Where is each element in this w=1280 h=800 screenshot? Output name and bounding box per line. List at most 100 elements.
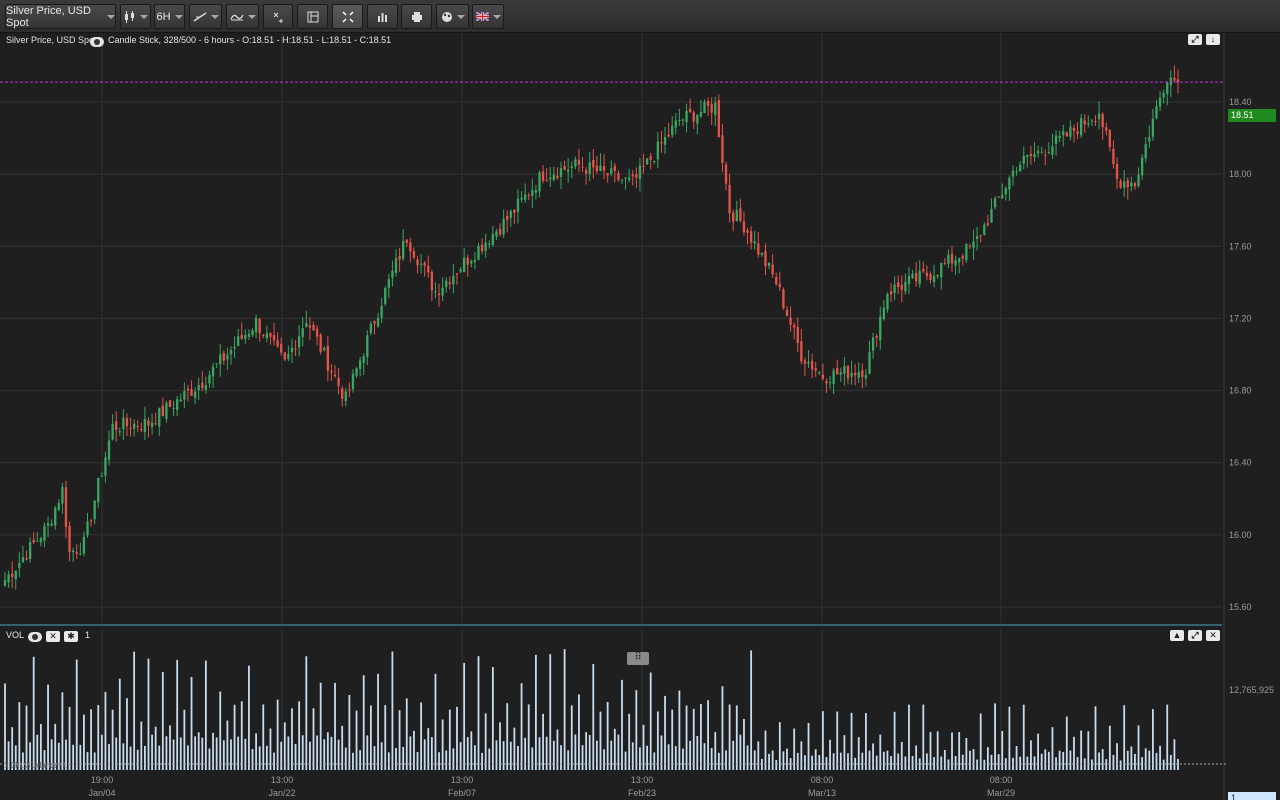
candle-body	[236, 336, 240, 346]
chevron-down-icon	[247, 14, 256, 19]
candle-body	[613, 165, 616, 171]
candlestick-button[interactable]	[120, 4, 151, 29]
candle-body	[491, 234, 495, 245]
volume-bar	[151, 734, 153, 770]
candle-body	[1101, 114, 1104, 128]
candle-body	[1011, 170, 1015, 177]
volume-bar	[201, 737, 204, 770]
eye-icon[interactable]	[28, 632, 42, 642]
candle-body	[584, 170, 588, 174]
print-button[interactable]	[401, 4, 432, 29]
volume-bar	[380, 742, 383, 770]
volume-bar	[940, 756, 943, 770]
toolbar: Silver Price, USD Spot 6H	[0, 0, 1280, 33]
volume-bar	[352, 752, 354, 770]
drawing-tools-button[interactable]	[189, 4, 222, 29]
volume-bar	[190, 676, 193, 770]
symbol-select[interactable]: Silver Price, USD Spot	[5, 4, 116, 29]
volume-bar	[1047, 751, 1050, 770]
move-up-icon[interactable]: ▲	[1170, 630, 1184, 641]
download-icon[interactable]: ↓	[1206, 34, 1220, 45]
candle-body	[348, 389, 351, 391]
volume-bar	[911, 755, 914, 770]
candle-body	[771, 264, 774, 275]
volume-bar	[872, 743, 874, 770]
interval-select[interactable]: 6H	[154, 4, 185, 29]
candle-body	[767, 262, 771, 266]
volume-bar	[456, 706, 458, 770]
volume-bar	[122, 743, 125, 770]
candle-body	[419, 263, 423, 265]
indicators-button[interactable]	[226, 4, 259, 29]
volume-watermark: 1.0k1.31Marker-1	[4, 761, 67, 770]
volume-bar	[172, 739, 175, 770]
price-chart[interactable]: 18.40 18.00 17.60 17.20 16.80 16.40 16.00 15.60…	[0, 33, 1280, 800]
volume-bar	[255, 733, 258, 770]
eye-icon[interactable]	[90, 37, 104, 47]
candle-body	[416, 259, 419, 266]
expand-icon[interactable]: ⤢	[1188, 630, 1202, 641]
fullscreen-button[interactable]	[332, 4, 363, 29]
candle-body	[423, 262, 426, 266]
candle-body	[836, 368, 839, 375]
volume-bar	[811, 755, 814, 770]
volume-bar	[689, 740, 692, 770]
candle-body	[710, 104, 713, 113]
candle-body	[387, 279, 390, 288]
candle-body	[129, 427, 132, 430]
candle-body	[803, 360, 807, 364]
candle-body	[595, 165, 599, 172]
volume-bar	[1030, 740, 1032, 770]
volume-bar	[126, 698, 128, 770]
candle-body	[972, 241, 975, 248]
candle-body	[283, 352, 286, 360]
volume-bar	[362, 675, 365, 770]
candle-body	[599, 165, 602, 172]
candle-body	[660, 142, 663, 144]
volume-bar	[624, 751, 627, 770]
candle-body	[269, 333, 272, 337]
layout-button[interactable]	[297, 4, 328, 29]
close-icon[interactable]: ✕	[1206, 630, 1220, 641]
chart-area[interactable]: 18.40 18.00 17.60 17.20 16.80 16.40 16.00 15.60…	[0, 33, 1280, 800]
candle-body	[796, 327, 799, 344]
volume-bar	[133, 651, 136, 770]
language-button[interactable]	[472, 4, 504, 29]
candle-body	[846, 366, 850, 379]
y-tick-label: 16.80	[1229, 386, 1252, 396]
volume-bar	[969, 750, 971, 770]
volume-bar	[222, 740, 225, 770]
candle-body	[990, 209, 993, 223]
volume-bar	[226, 720, 229, 770]
volume-bar	[108, 744, 110, 770]
candle-body	[376, 318, 380, 327]
volume-bar	[807, 723, 810, 770]
volume-bar	[768, 753, 770, 770]
candle-body	[186, 388, 190, 391]
gear-icon[interactable]: ✱	[64, 631, 78, 642]
volume-bar	[337, 739, 340, 770]
candle-body	[818, 372, 821, 374]
volume-bar	[1173, 739, 1176, 770]
x-tick-date: Jan/04	[88, 788, 115, 798]
candle-body	[176, 399, 179, 411]
candle-body	[1036, 150, 1040, 154]
expand-icon[interactable]: ⤢	[1188, 34, 1202, 45]
candle-body	[749, 231, 753, 243]
chart-type-button[interactable]	[367, 4, 398, 29]
crosshair-button[interactable]	[263, 4, 293, 29]
candle-body	[1058, 136, 1061, 139]
candle-body	[1169, 77, 1172, 86]
x-tick-date: Mar/29	[987, 788, 1015, 798]
volume-bar	[344, 747, 347, 770]
volume-bar	[244, 738, 247, 770]
volume-bar	[233, 704, 236, 770]
theme-button[interactable]	[436, 4, 469, 29]
candle-body	[64, 487, 68, 527]
volume-bar	[710, 748, 713, 770]
splitter-handle-icon[interactable]: ⠿	[627, 652, 649, 665]
chevron-down-icon	[174, 14, 183, 19]
candle-body	[889, 291, 893, 295]
candle-body	[821, 374, 825, 379]
close-icon[interactable]: ✕	[46, 631, 60, 642]
